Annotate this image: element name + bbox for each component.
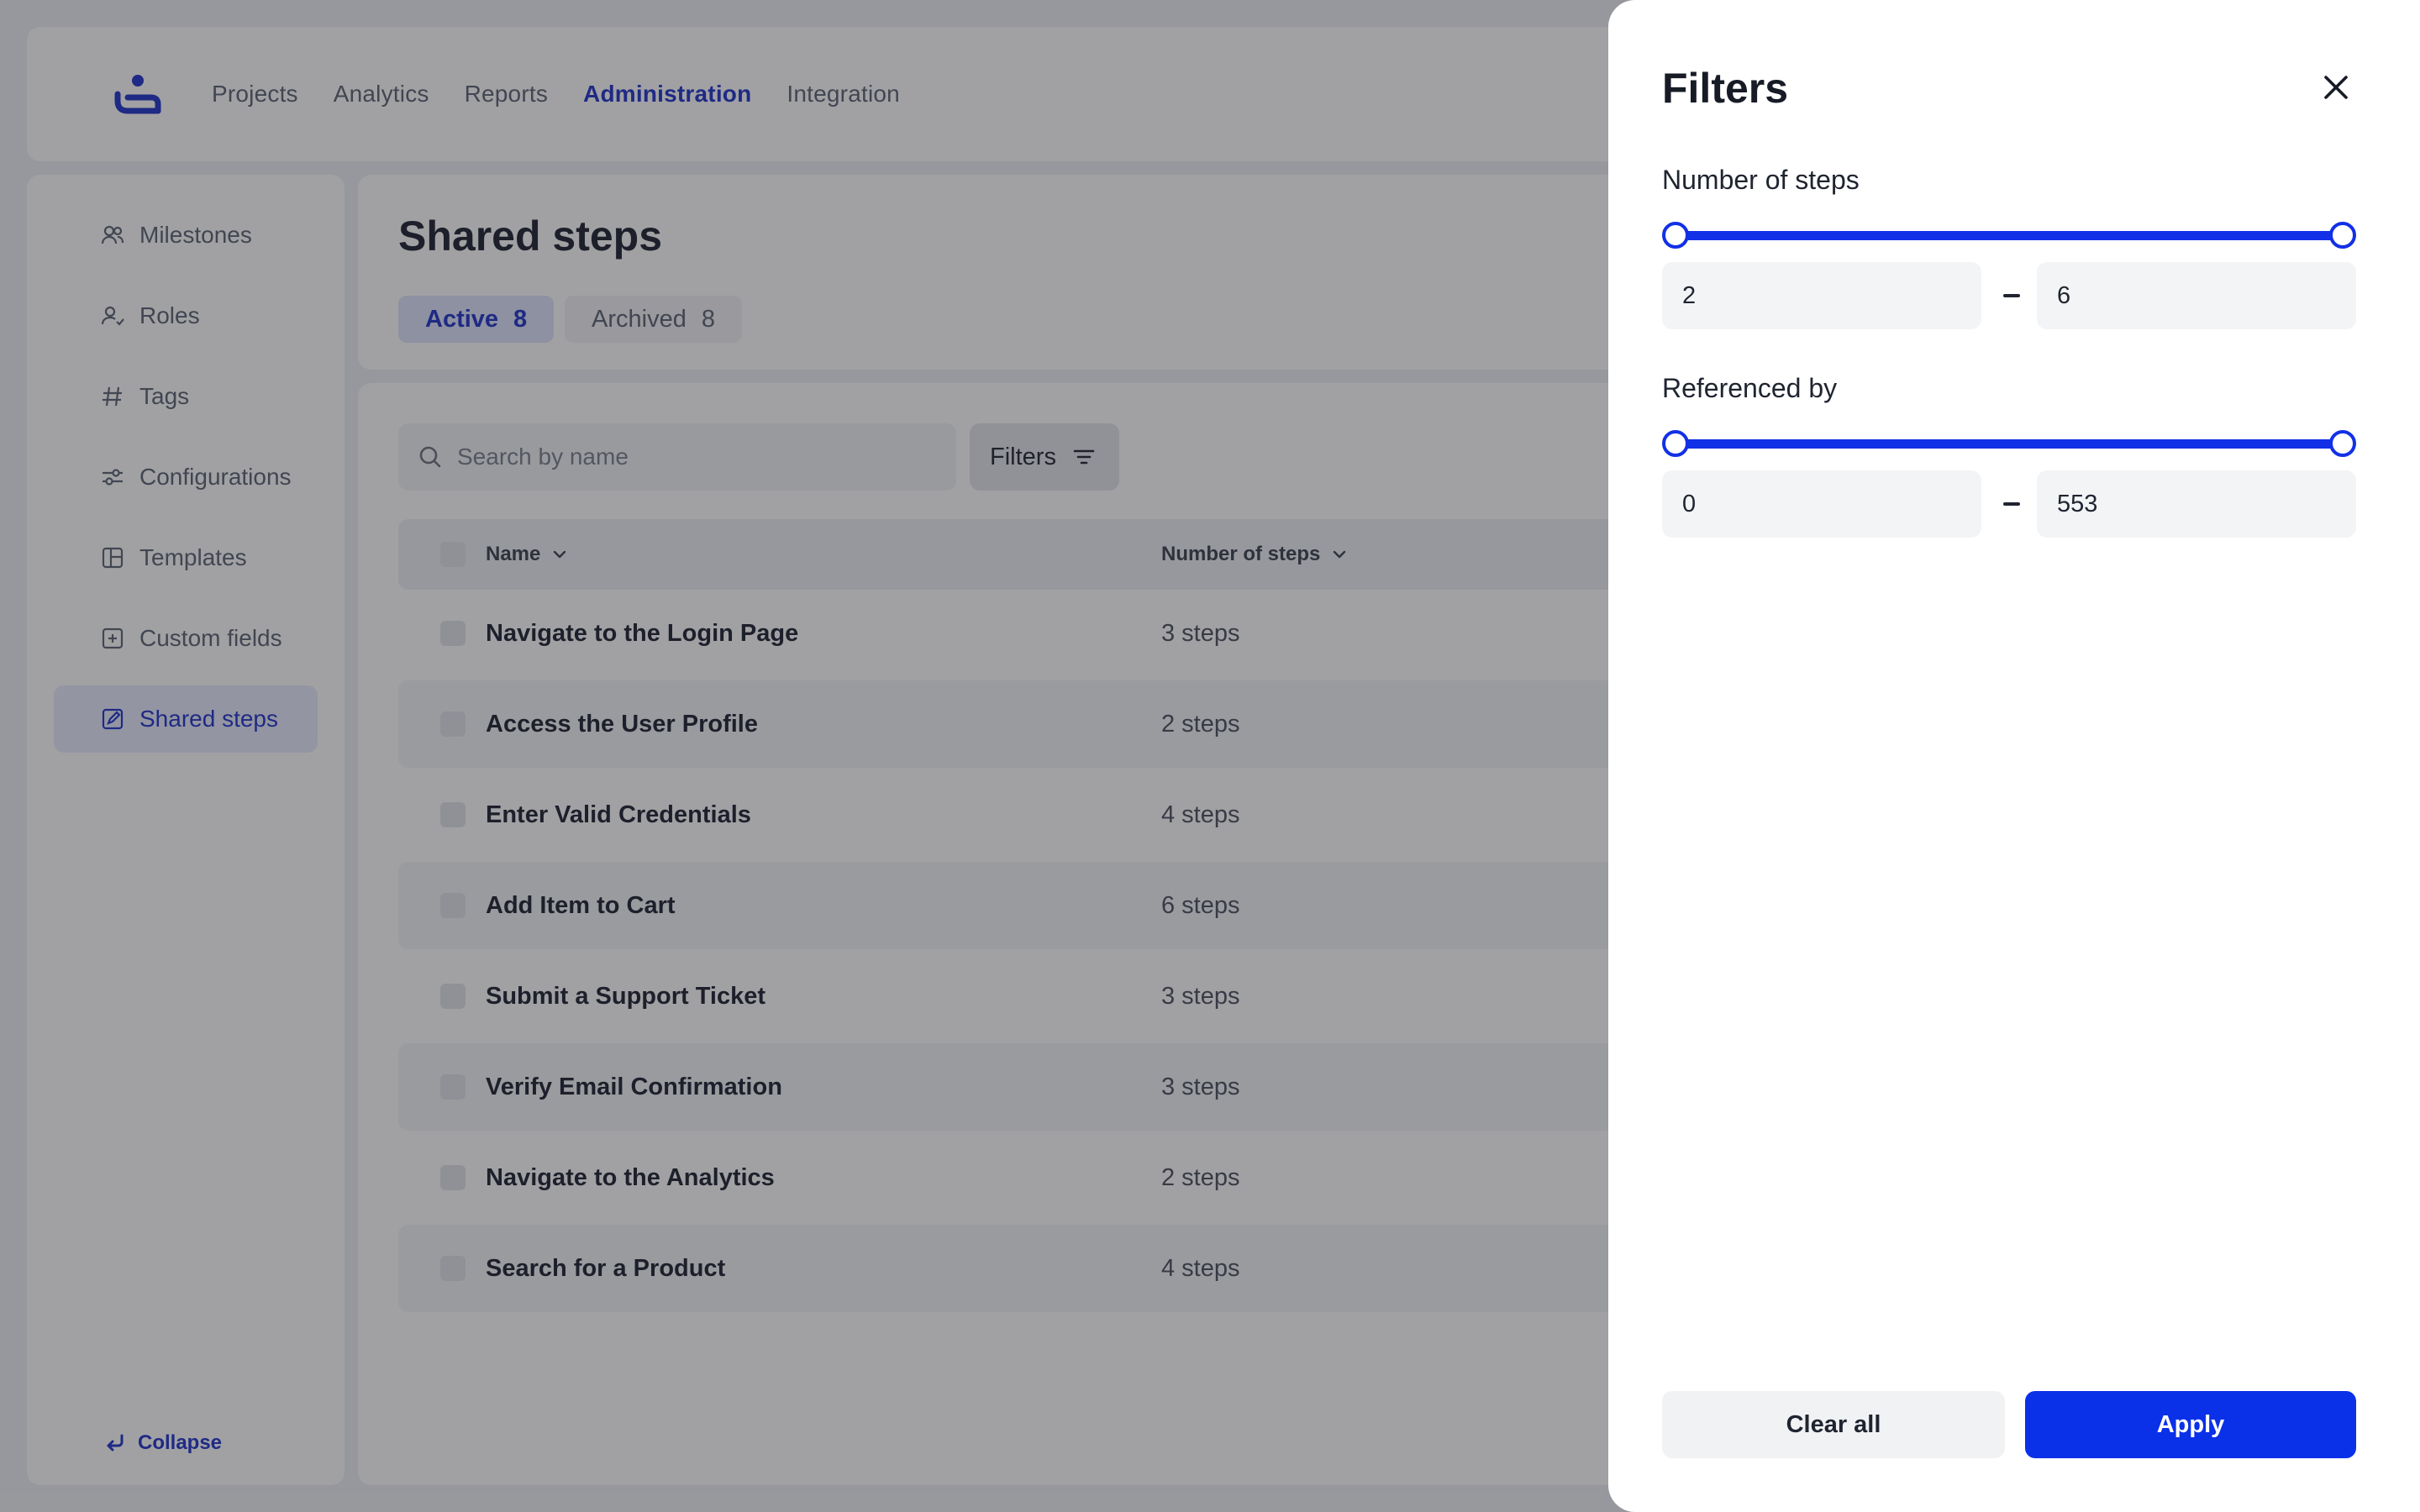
input-value: 2 bbox=[1682, 281, 1697, 309]
steps-max-input[interactable]: 6 bbox=[2037, 262, 2356, 329]
input-value: 6 bbox=[2057, 281, 2071, 309]
range-separator bbox=[2003, 502, 2020, 506]
slider-min-handle[interactable] bbox=[1662, 430, 1689, 457]
close-icon bbox=[2324, 76, 2348, 99]
referenced-range-slider[interactable] bbox=[1662, 427, 2356, 460]
range-separator bbox=[2003, 294, 2020, 297]
close-button[interactable] bbox=[2316, 67, 2356, 108]
drawer-title: Filters bbox=[1662, 65, 1789, 112]
filters-drawer: Filters Number of steps 2 6 Referenced b… bbox=[1608, 0, 2420, 1512]
button-label: Apply bbox=[2156, 1410, 2225, 1438]
button-label: Clear all bbox=[1786, 1410, 1881, 1438]
slider-track bbox=[1676, 231, 2343, 240]
referenced-filter-label: Referenced by bbox=[1662, 373, 1838, 403]
clear-all-button[interactable]: Clear all bbox=[1662, 1391, 2005, 1458]
input-value: 553 bbox=[2057, 490, 2098, 517]
steps-min-input[interactable]: 2 bbox=[1662, 262, 1981, 329]
referenced-max-input[interactable]: 553 bbox=[2037, 470, 2356, 538]
slider-track bbox=[1676, 439, 2343, 449]
input-value: 0 bbox=[1682, 490, 1697, 517]
slider-max-handle[interactable] bbox=[2329, 430, 2356, 457]
apply-button[interactable]: Apply bbox=[2025, 1391, 2356, 1458]
slider-min-handle[interactable] bbox=[1662, 222, 1689, 249]
steps-filter-label: Number of steps bbox=[1662, 165, 1860, 195]
slider-max-handle[interactable] bbox=[2329, 222, 2356, 249]
referenced-min-input[interactable]: 0 bbox=[1662, 470, 1981, 538]
steps-range-slider[interactable] bbox=[1662, 218, 2356, 252]
